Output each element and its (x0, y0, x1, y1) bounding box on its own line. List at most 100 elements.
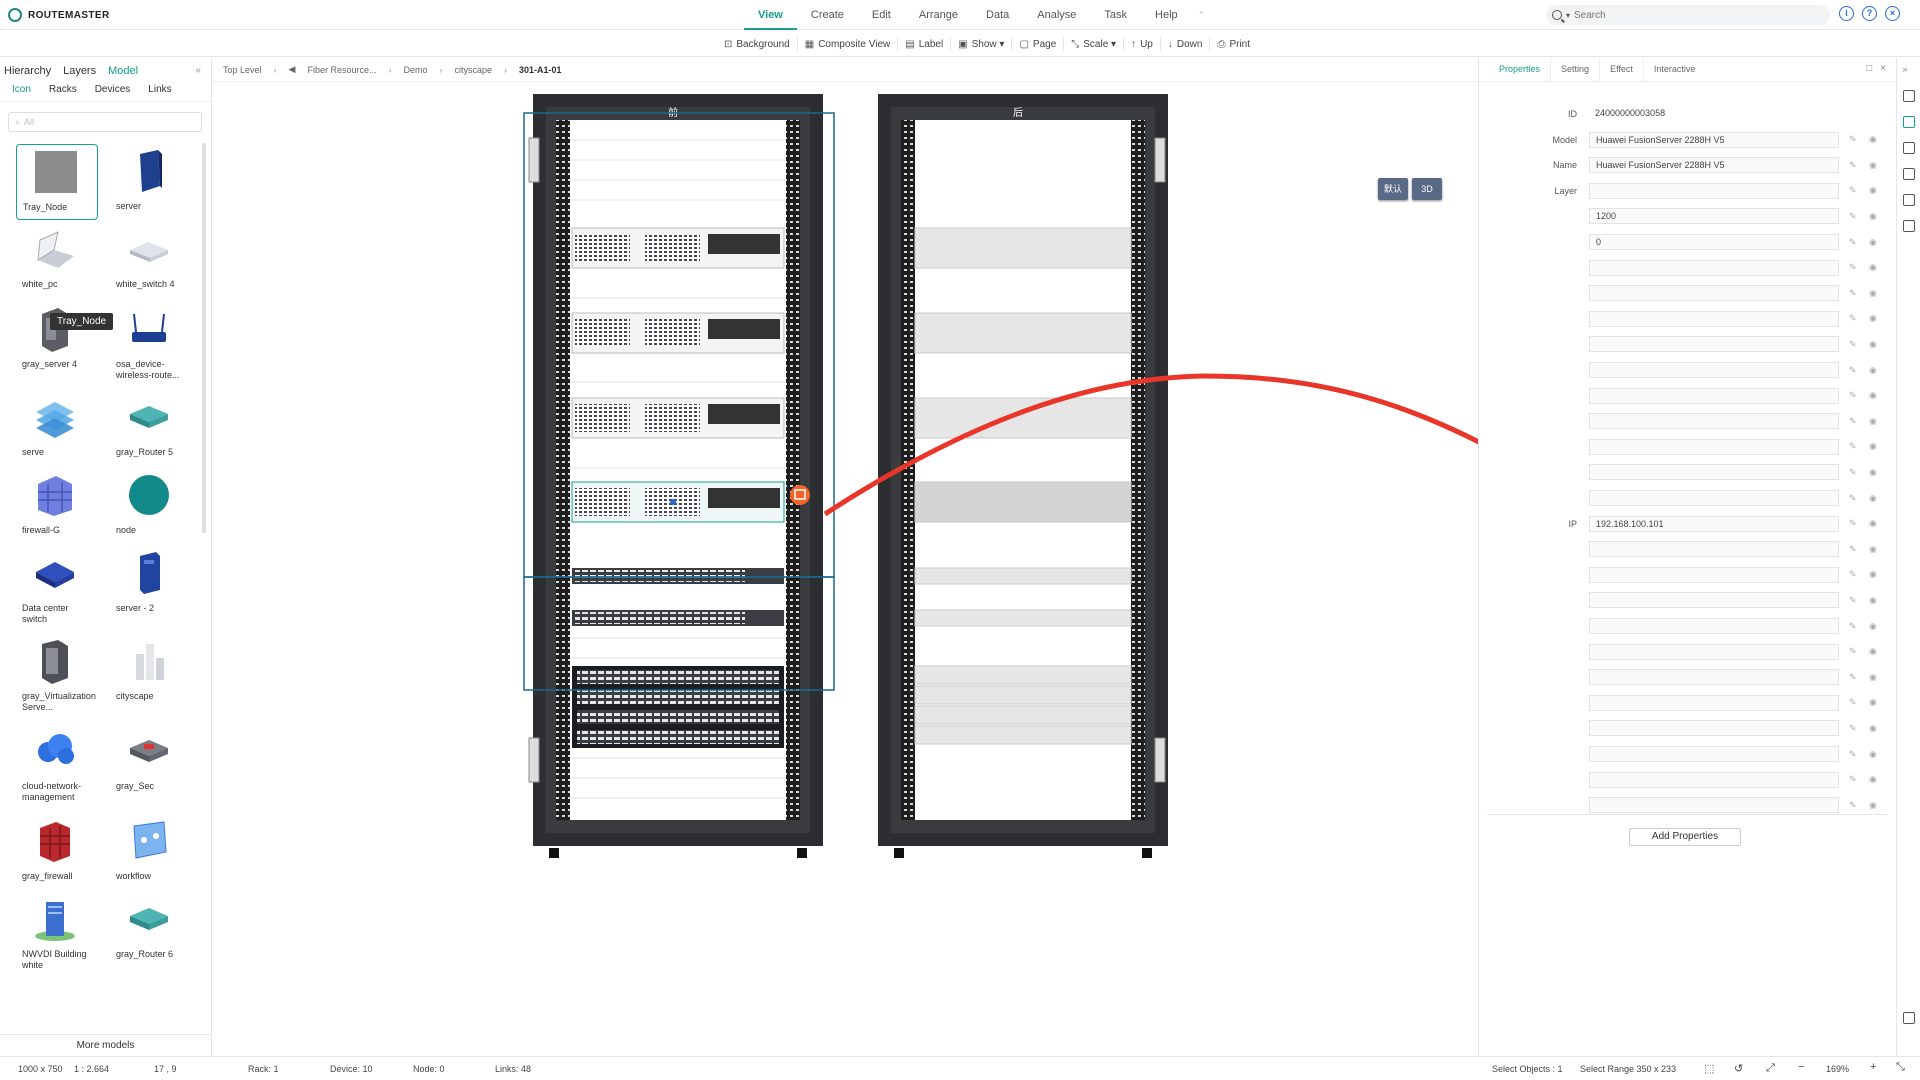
model-item-firewall-g[interactable]: firewall-G (16, 472, 98, 536)
tools-icon[interactable] (1902, 142, 1915, 154)
visibility-icon[interactable]: ◉ (1869, 646, 1879, 657)
property-value-field[interactable] (1589, 771, 1839, 788)
edit-icon[interactable]: ✎ (1849, 365, 1859, 376)
device-badge-icon[interactable] (790, 485, 810, 505)
properties-icon[interactable] (1902, 116, 1915, 128)
subtab-icon[interactable]: Icon (12, 84, 31, 101)
visibility-icon[interactable]: ◉ (1869, 800, 1879, 811)
tab-setting[interactable]: Setting (1551, 58, 1601, 81)
property-value-field[interactable] (1589, 592, 1839, 609)
property-value-field[interactable]: 1200 (1589, 208, 1839, 225)
edit-icon[interactable]: ✎ (1849, 313, 1859, 324)
menu-pin-icon[interactable]: ⌃ (1192, 0, 1212, 30)
rack-back[interactable]: 后 (878, 94, 1168, 858)
3d-view-button[interactable]: 3D (1412, 178, 1442, 200)
show-button[interactable]: ▣ Show ▾ (951, 37, 1013, 51)
model-item-white-switch-4[interactable]: white_switch 4 (110, 226, 192, 290)
tab-effect[interactable]: Effect (1600, 58, 1644, 81)
close-circle-icon[interactable]: × (1885, 6, 1900, 21)
edit-icon[interactable]: ✎ (1849, 390, 1859, 401)
list-icon[interactable] (1902, 194, 1915, 206)
menu-analyse[interactable]: Analyse (1023, 0, 1090, 30)
edit-icon[interactable]: ✎ (1849, 134, 1859, 145)
visibility-icon[interactable]: ◉ (1869, 493, 1879, 504)
search-box[interactable]: ▾ (1546, 5, 1830, 25)
property-value-field[interactable] (1589, 464, 1839, 481)
visibility-icon[interactable]: ◉ (1869, 544, 1879, 555)
maximize-icon[interactable]: □ (1866, 63, 1872, 74)
switch-2[interactable] (572, 610, 784, 626)
model-item-gray-virtualization[interactable]: gray_Virtualization Serve... (16, 638, 98, 713)
visibility-icon[interactable]: ◉ (1869, 621, 1879, 632)
property-value-field[interactable]: Huawei FusionServer 2288H V5 (1589, 131, 1839, 148)
visibility-icon[interactable]: ◉ (1869, 160, 1879, 171)
server-1[interactable] (571, 227, 785, 269)
search-input[interactable] (1574, 9, 1805, 21)
property-value-field[interactable] (1589, 541, 1839, 558)
visibility-icon[interactable]: ◉ (1869, 749, 1879, 760)
chevron-down-icon[interactable]: ▾ (1566, 11, 1570, 20)
model-item-serve[interactable]: serve (16, 394, 98, 458)
visibility-icon[interactable]: ◉ (1869, 237, 1879, 248)
switch-1[interactable] (572, 568, 784, 584)
edit-icon[interactable]: ✎ (1849, 518, 1859, 529)
property-value-field[interactable] (1589, 643, 1839, 660)
tab-interactive[interactable]: Interactive (1644, 58, 1706, 81)
model-filter-select[interactable]: ⌕ All (8, 112, 202, 132)
select-tool-icon[interactable]: ⬚ (1704, 1062, 1714, 1075)
print-button[interactable]: ⎙ Print (1210, 37, 1257, 51)
rack-front[interactable]: 前 (523, 94, 835, 858)
property-value-field[interactable]: 0 (1589, 234, 1839, 250)
edit-icon[interactable]: ✎ (1849, 467, 1859, 478)
server-2[interactable] (571, 312, 785, 354)
model-item-gray-router-6[interactable]: gray_Router 6 (110, 896, 192, 960)
help-circle-icon[interactable]: ? (1862, 6, 1877, 21)
close-icon[interactable]: × (1880, 63, 1886, 74)
scale-button[interactable]: ⤡ Scale ▾ (1064, 37, 1125, 51)
model-item-workflow[interactable]: workflow (110, 818, 192, 882)
visibility-icon[interactable]: ◉ (1869, 339, 1879, 350)
edit-icon[interactable]: ✎ (1849, 211, 1859, 222)
property-value-field[interactable] (1589, 259, 1839, 276)
down-button[interactable]: ↓ Down (1161, 37, 1211, 51)
menu-create[interactable]: Create (797, 0, 858, 30)
menu-help[interactable]: Help (1141, 0, 1192, 30)
model-item-node[interactable]: node (110, 472, 192, 536)
property-value-field[interactable] (1589, 566, 1839, 583)
model-item-tray-node[interactable]: Tray_Node (16, 144, 98, 220)
collapse-left-icon[interactable]: « (195, 65, 201, 76)
visibility-icon[interactable]: ◉ (1869, 569, 1879, 580)
model-item-gray-router-5[interactable]: gray_Router 5 (110, 394, 192, 458)
visibility-icon[interactable]: ◉ (1869, 774, 1879, 785)
composite-view-button[interactable]: ▦ Composite View (798, 37, 899, 51)
edit-icon[interactable]: ✎ (1849, 569, 1859, 580)
default-view-button[interactable]: 默认 (1378, 178, 1408, 200)
menu-icon[interactable] (1902, 1012, 1915, 1024)
property-value-field[interactable] (1589, 182, 1839, 199)
menu-view[interactable]: View (744, 0, 797, 30)
tab-layers[interactable]: Layers (63, 65, 96, 80)
property-value-field[interactable] (1589, 413, 1839, 430)
visibility-icon[interactable]: ◉ (1869, 134, 1879, 145)
property-value-field[interactable]: Huawei FusionServer 2288H V5 (1589, 157, 1839, 174)
property-value-field[interactable] (1589, 694, 1839, 711)
property-value-field[interactable] (1589, 746, 1839, 762)
visibility-icon[interactable]: ◉ (1869, 697, 1879, 708)
left-scrollbar[interactable] (202, 143, 206, 533)
edit-icon[interactable]: ✎ (1849, 774, 1859, 785)
property-value-field[interactable] (1589, 438, 1839, 455)
canvas[interactable]: Top Level › ◀ Fiber Resource... › Demo ›… (213, 58, 1478, 1056)
subtab-links[interactable]: Links (148, 84, 171, 101)
layout-icon[interactable] (1902, 90, 1915, 102)
property-value-field[interactable] (1589, 310, 1839, 327)
property-value-field[interactable] (1589, 362, 1839, 378)
menu-data[interactable]: Data (972, 0, 1023, 30)
model-item-cityscape[interactable]: cityscape (110, 638, 192, 702)
edit-icon[interactable]: ✎ (1849, 595, 1859, 606)
edit-icon[interactable]: ✎ (1849, 416, 1859, 427)
model-item-nwvdi-building[interactable]: NWVDI Building white (16, 896, 98, 971)
edit-icon[interactable]: ✎ (1849, 749, 1859, 760)
visibility-icon[interactable]: ◉ (1869, 672, 1879, 683)
property-value-field[interactable] (1589, 285, 1839, 302)
edit-icon[interactable]: ✎ (1849, 800, 1859, 811)
